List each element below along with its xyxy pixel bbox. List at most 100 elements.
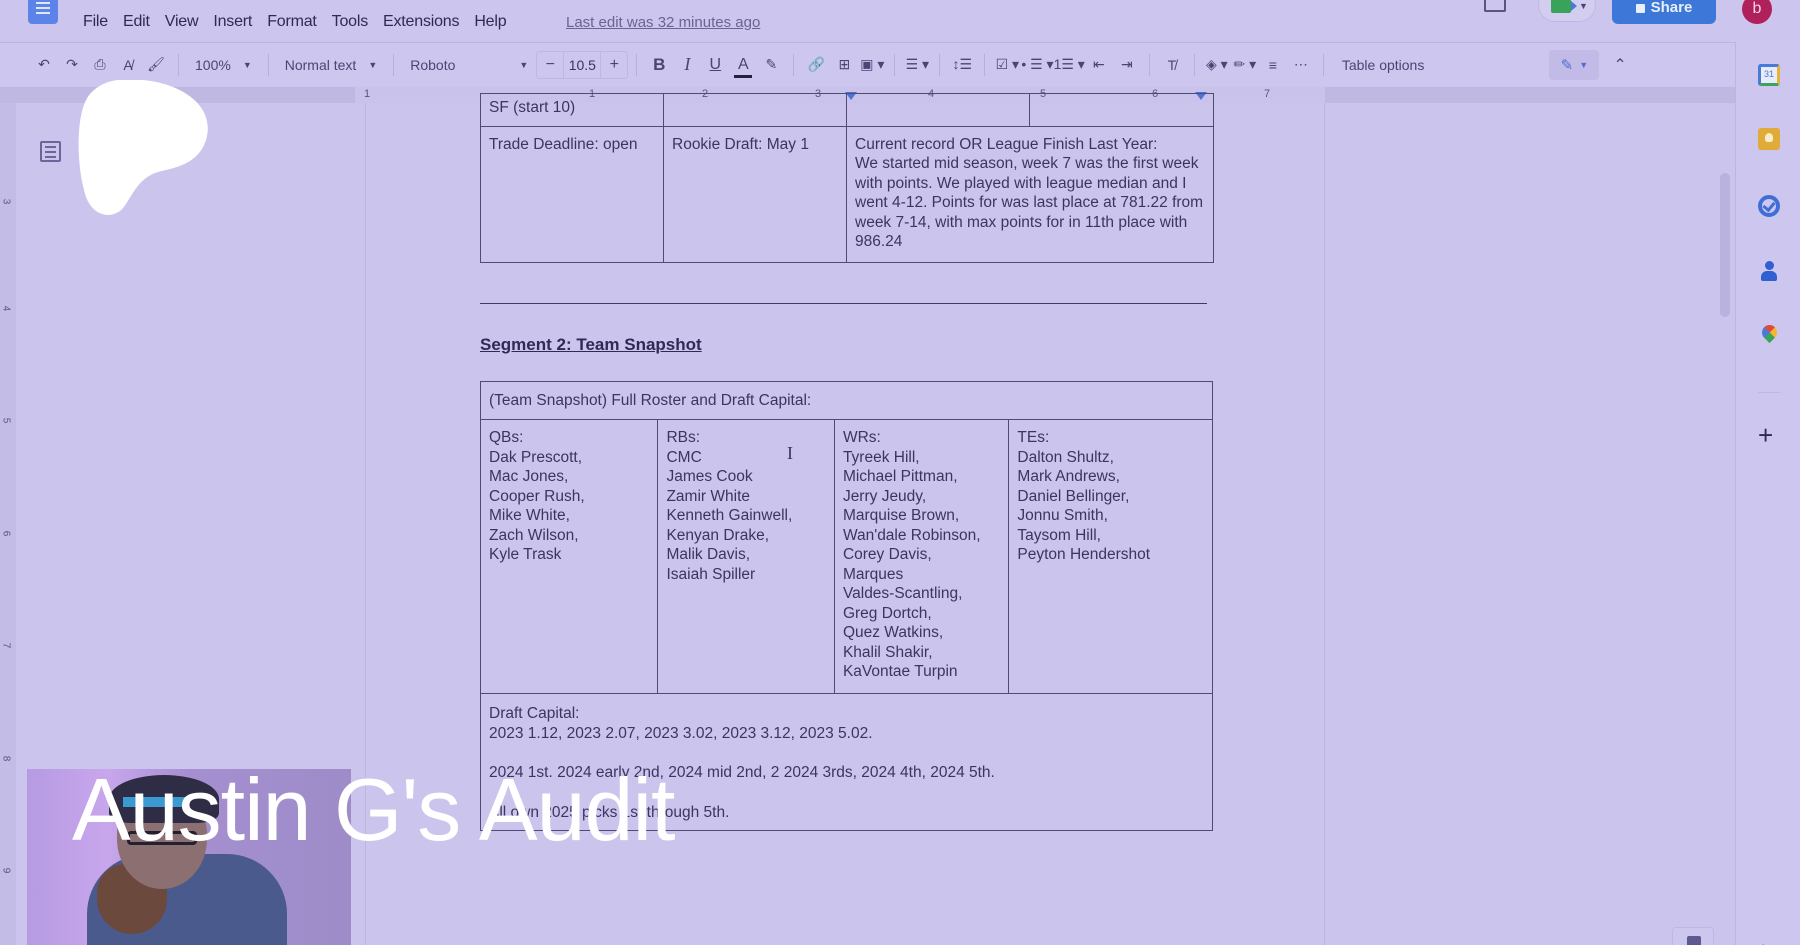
player-name: Marques bbox=[842, 565, 904, 583]
docs-logo-icon[interactable] bbox=[28, 0, 58, 24]
rb-cell[interactable]: RBs: CMC James Cook Zamir White Kenneth Gai… bbox=[657, 419, 835, 694]
line-spacing-icon[interactable]: ↕☰ bbox=[948, 50, 976, 80]
account-avatar[interactable]: b bbox=[1742, 0, 1772, 24]
player-name: Mark Andrews, bbox=[1017, 468, 1120, 485]
menu-edit[interactable]: Edit bbox=[123, 13, 150, 31]
zoom-select[interactable]: 100% ▼ bbox=[187, 57, 260, 73]
player-name: Taysom Hill, bbox=[1017, 526, 1101, 544]
lock-icon bbox=[1635, 3, 1645, 13]
text-cursor-icon: I bbox=[787, 443, 793, 463]
cell-fill-color-icon[interactable]: ◈ ▾ bbox=[1203, 50, 1231, 80]
meet-button[interactable]: ▼ bbox=[1538, 0, 1596, 22]
trade-deadline-cell[interactable]: Trade Deadline: open bbox=[480, 125, 664, 263]
comments-icon[interactable] bbox=[1484, 0, 1506, 12]
redo-icon[interactable]: ↷ bbox=[58, 50, 86, 80]
ruler-number: 1 bbox=[364, 88, 371, 100]
menu-format[interactable]: Format bbox=[267, 13, 317, 31]
main-menu: File Edit View Insert Format Tools Exten… bbox=[83, 13, 521, 31]
share-button[interactable]: Share bbox=[1612, 0, 1716, 24]
player-name: Marquise Brown, bbox=[842, 507, 960, 524]
insert-image-icon[interactable]: ▣ ▾ bbox=[858, 50, 886, 80]
share-label: Share bbox=[1650, 0, 1693, 16]
undo-icon[interactable]: ↶ bbox=[30, 50, 58, 80]
checklist-icon[interactable]: ☑ ▾ bbox=[993, 50, 1021, 80]
increase-font-size-button[interactable]: + bbox=[601, 56, 627, 74]
maps-icon[interactable] bbox=[1758, 321, 1781, 347]
italic-button[interactable]: I bbox=[673, 50, 701, 80]
toolbar-divider bbox=[267, 53, 269, 76]
print-icon[interactable]: ⎙ bbox=[86, 50, 114, 80]
ruler-number: 5 bbox=[0, 417, 12, 424]
tasks-icon[interactable] bbox=[1758, 195, 1780, 217]
spellcheck-icon[interactable]: A̸ bbox=[114, 50, 142, 80]
table-options-button[interactable]: Table options bbox=[1332, 57, 1435, 73]
table-cell[interactable]: SF (start 10) bbox=[480, 93, 664, 127]
paint-format-icon[interactable]: 🖌 bbox=[142, 50, 170, 80]
vertical-ruler[interactable]: 3 4 5 6 7 8 9 bbox=[0, 103, 16, 945]
chevron-down-icon: ▼ bbox=[368, 59, 378, 70]
border-dash-icon[interactable]: ⋯ bbox=[1287, 50, 1315, 80]
editing-mode-button[interactable]: ✎ ▼ bbox=[1549, 49, 1600, 80]
add-addon-icon[interactable]: + bbox=[1758, 422, 1773, 448]
font-select[interactable]: Roboto ▼ bbox=[402, 57, 536, 73]
border-width-icon[interactable]: ≡ bbox=[1259, 50, 1287, 80]
toolbar-divider bbox=[939, 53, 941, 76]
bold-button[interactable]: B bbox=[645, 50, 673, 80]
qb-cell[interactable]: QBs: Dak Prescott, Mac Jones, Cooper Rush,… bbox=[479, 419, 659, 694]
player-list: Tyreek Hill, Michael Pittman, Jerry Jeudy,… bbox=[843, 448, 1000, 682]
wr-cell[interactable]: WRs: Tyreek Hill, Michael Pittman, Jerry J… bbox=[833, 419, 1010, 694]
add-comment-icon[interactable]: ⊞ bbox=[830, 50, 858, 80]
toolbar-divider bbox=[1322, 53, 1324, 76]
table-cell[interactable] bbox=[846, 93, 1030, 127]
decrease-font-size-button[interactable]: − bbox=[537, 56, 563, 74]
player-name: KaVontae Turpin bbox=[842, 663, 958, 680]
menu-tools[interactable]: Tools bbox=[332, 13, 369, 31]
side-panel-divider bbox=[1758, 392, 1780, 393]
menu-extensions[interactable]: Extensions bbox=[383, 13, 459, 31]
link-icon[interactable]: 🔗 bbox=[802, 50, 830, 80]
record-text: We started mid season, week 7 was the fi… bbox=[855, 155, 1204, 250]
menu-view[interactable]: View bbox=[165, 13, 199, 31]
document-outline-icon[interactable] bbox=[40, 141, 61, 162]
explore-button[interactable] bbox=[1672, 927, 1714, 945]
player-name: Dalton Shultz, bbox=[1017, 448, 1114, 466]
border-color-icon[interactable]: ✏ ▾ bbox=[1231, 50, 1259, 80]
player-name: Tyreek Hill, bbox=[842, 448, 920, 466]
decrease-indent-icon[interactable]: ⇤ bbox=[1085, 50, 1113, 80]
increase-indent-icon[interactable]: ⇥ bbox=[1113, 50, 1141, 80]
player-name: Mac Jones, bbox=[489, 468, 569, 485]
rookie-draft-cell[interactable]: Rookie Draft: May 1 bbox=[663, 125, 847, 263]
collapse-menus-icon[interactable]: ⌃ bbox=[1613, 55, 1626, 75]
zoom-value: 100% bbox=[195, 56, 231, 73]
clear-formatting-icon[interactable]: T̸ bbox=[1158, 50, 1186, 80]
table-cell[interactable] bbox=[1029, 93, 1214, 127]
keep-icon[interactable] bbox=[1758, 128, 1780, 150]
menu-file[interactable]: File bbox=[83, 13, 108, 31]
annotation-blob-shape bbox=[78, 80, 208, 215]
font-size-input[interactable]: 10.5 bbox=[563, 50, 602, 79]
last-edit-link[interactable]: Last edit was 32 minutes ago bbox=[566, 14, 760, 31]
bulleted-list-icon[interactable]: • ☰ ▾ bbox=[1021, 50, 1053, 80]
roster-header-cell[interactable]: (Team Snapshot) Full Roster and Draft Ca… bbox=[480, 381, 1213, 420]
text-color-button[interactable]: A bbox=[729, 50, 757, 80]
menu-help[interactable]: Help bbox=[474, 13, 506, 31]
contacts-icon[interactable] bbox=[1758, 261, 1780, 283]
align-icon[interactable]: ☰ ▾ bbox=[903, 50, 931, 80]
ruler-number: 6 bbox=[0, 530, 12, 537]
show-side-panel-icon[interactable]: › bbox=[1762, 938, 1767, 945]
style-select[interactable]: Normal text ▼ bbox=[277, 57, 386, 73]
chevron-down-icon: ▼ bbox=[519, 59, 529, 70]
record-cell[interactable]: Current record OR League Finish Last Yea… bbox=[846, 125, 1214, 263]
highlight-icon[interactable]: ✎ bbox=[757, 50, 785, 80]
calendar-icon[interactable]: 31 bbox=[1758, 64, 1780, 86]
player-name: Kenneth Gainwell, bbox=[666, 507, 793, 524]
underline-button[interactable]: U bbox=[701, 50, 729, 80]
ruler-number: 4 bbox=[0, 305, 12, 312]
menu-insert[interactable]: Insert bbox=[213, 13, 252, 31]
vertical-scrollbar[interactable] bbox=[1720, 173, 1730, 317]
menu-bar: File Edit View Insert Format Tools Exten… bbox=[0, 0, 1800, 42]
te-cell[interactable]: TEs: Dalton Shultz, Mark Andrews, Daniel B… bbox=[1008, 419, 1213, 694]
table-cell[interactable] bbox=[663, 93, 847, 127]
draft-capital-label: Draft Capital: bbox=[489, 705, 580, 722]
numbered-list-icon[interactable]: 1☰ ▾ bbox=[1054, 50, 1085, 80]
